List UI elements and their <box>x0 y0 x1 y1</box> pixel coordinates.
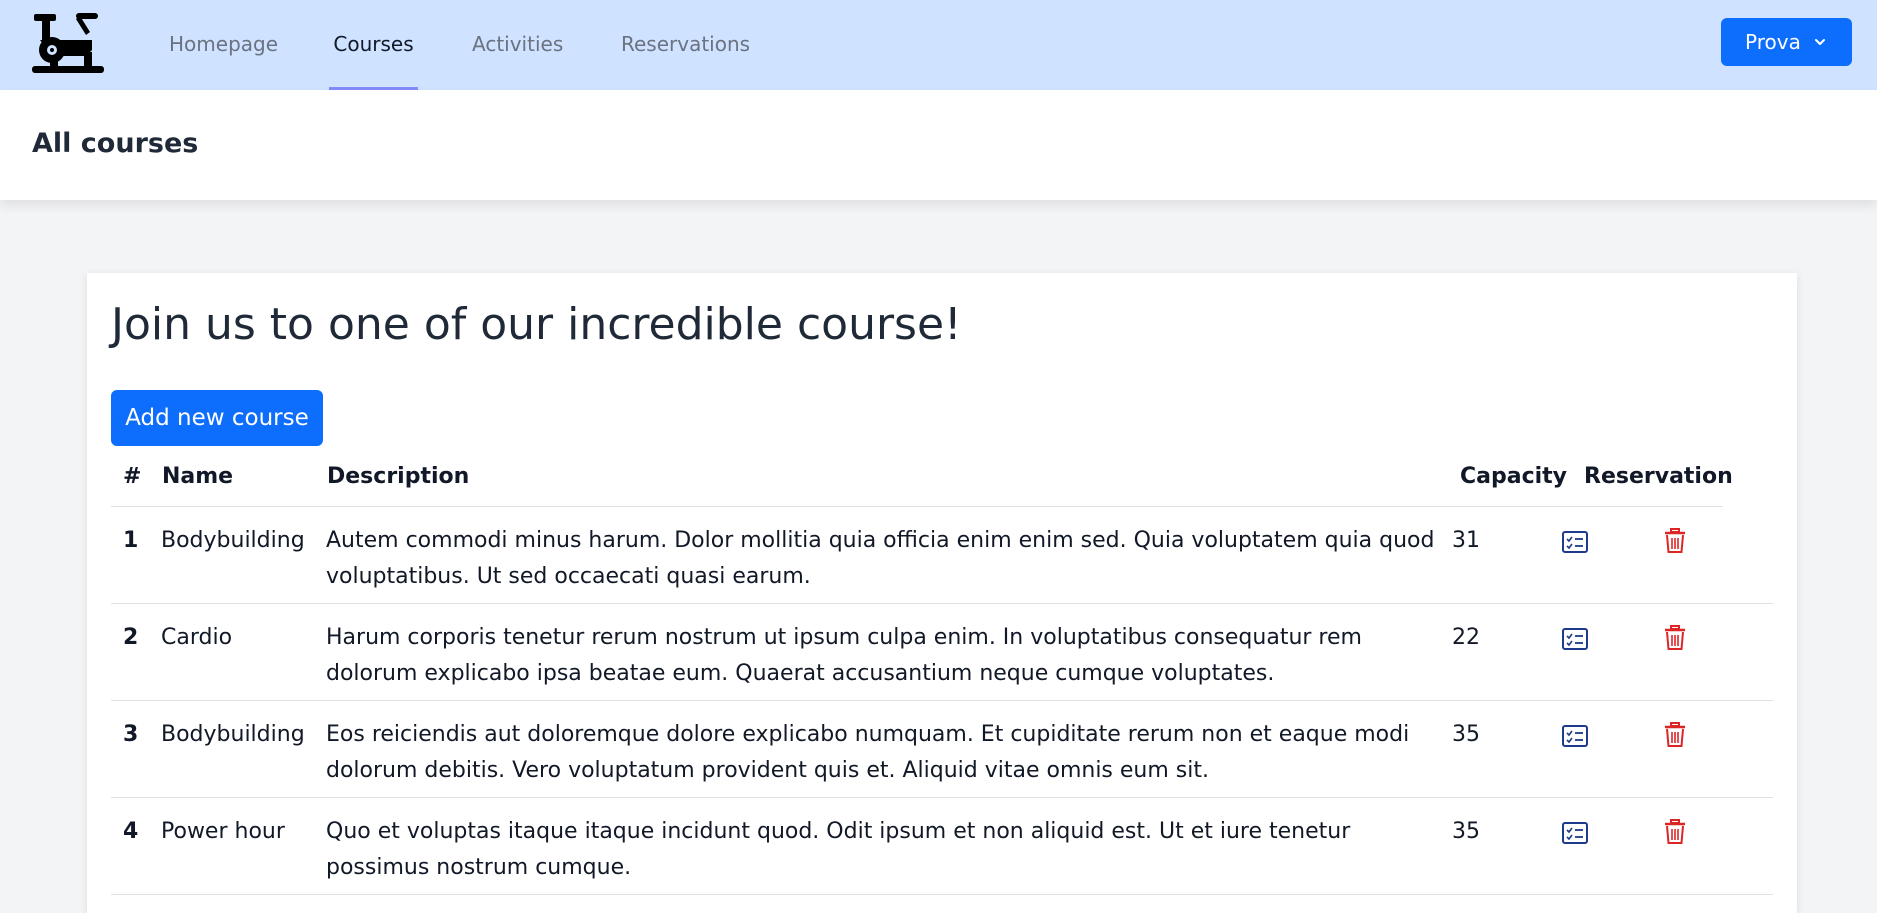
column-header-number: # <box>123 464 142 489</box>
user-menu-button[interactable]: Prova <box>1721 18 1852 66</box>
course-name: Bodybuilding <box>161 528 305 553</box>
reservation-icon[interactable] <box>1562 822 1588 844</box>
row-number: 2 <box>123 625 139 650</box>
table-row: 2 Cardio Harum corporis tenetur rerum no… <box>111 604 1773 701</box>
table-row: 1 Bodybuilding Autem commodi minus harum… <box>111 507 1773 604</box>
column-header-reservation: Reservation <box>1584 464 1733 489</box>
row-number: 3 <box>123 722 139 747</box>
course-capacity: 22 <box>1452 625 1480 650</box>
table-row: 4 Power hour Quo et voluptas itaque itaq… <box>111 798 1773 895</box>
user-menu-label: Prova <box>1745 30 1801 54</box>
chevron-down-icon <box>1815 39 1825 45</box>
course-description: Quo et voluptas itaque itaque incidunt q… <box>326 819 1351 880</box>
column-header-name: Name <box>162 464 234 489</box>
page-title: All courses <box>32 128 199 159</box>
course-name: Cardio <box>161 625 233 650</box>
course-description: Autem commodi minus harum. Dolor molliti… <box>326 528 1435 589</box>
course-name: Bodybuilding <box>161 722 305 747</box>
section-heading: Join us to one of our incredible course! <box>111 299 962 350</box>
trash-icon[interactable] <box>1664 528 1686 554</box>
nav-item-homepage[interactable]: Homepage <box>169 0 278 90</box>
table-row: 3 Bodybuilding Eos reiciendis aut dolore… <box>111 701 1773 798</box>
course-capacity: 35 <box>1452 722 1480 747</box>
trash-icon[interactable] <box>1664 819 1686 845</box>
page-header: All courses <box>0 90 1877 200</box>
nav-item-reservations[interactable]: Reservations <box>621 0 750 90</box>
top-navbar: Homepage Courses Activities Reservations… <box>0 0 1877 90</box>
reservation-icon[interactable] <box>1562 531 1588 553</box>
exercise-bike-icon[interactable] <box>30 10 106 74</box>
nav-item-activities[interactable]: Activities <box>472 0 563 90</box>
trash-icon[interactable] <box>1664 625 1686 651</box>
add-course-button[interactable]: Add new course <box>111 390 323 446</box>
course-description: Harum corporis tenetur rerum nostrum ut … <box>326 625 1362 686</box>
column-header-capacity: Capacity <box>1460 464 1568 489</box>
course-description: Eos reiciendis aut doloremque dolore exp… <box>326 722 1410 783</box>
nav-item-courses[interactable]: Courses <box>329 0 418 90</box>
course-name: Power hour <box>161 819 285 844</box>
reservation-icon[interactable] <box>1562 628 1588 650</box>
course-capacity: 31 <box>1452 528 1480 553</box>
reservation-icon[interactable] <box>1562 725 1588 747</box>
trash-icon[interactable] <box>1664 722 1686 748</box>
row-number: 4 <box>123 819 139 844</box>
course-capacity: 35 <box>1452 819 1480 844</box>
courses-card: Join us to one of our incredible course!… <box>87 273 1797 913</box>
column-header-description: Description <box>327 464 470 489</box>
row-number: 1 <box>123 528 139 553</box>
